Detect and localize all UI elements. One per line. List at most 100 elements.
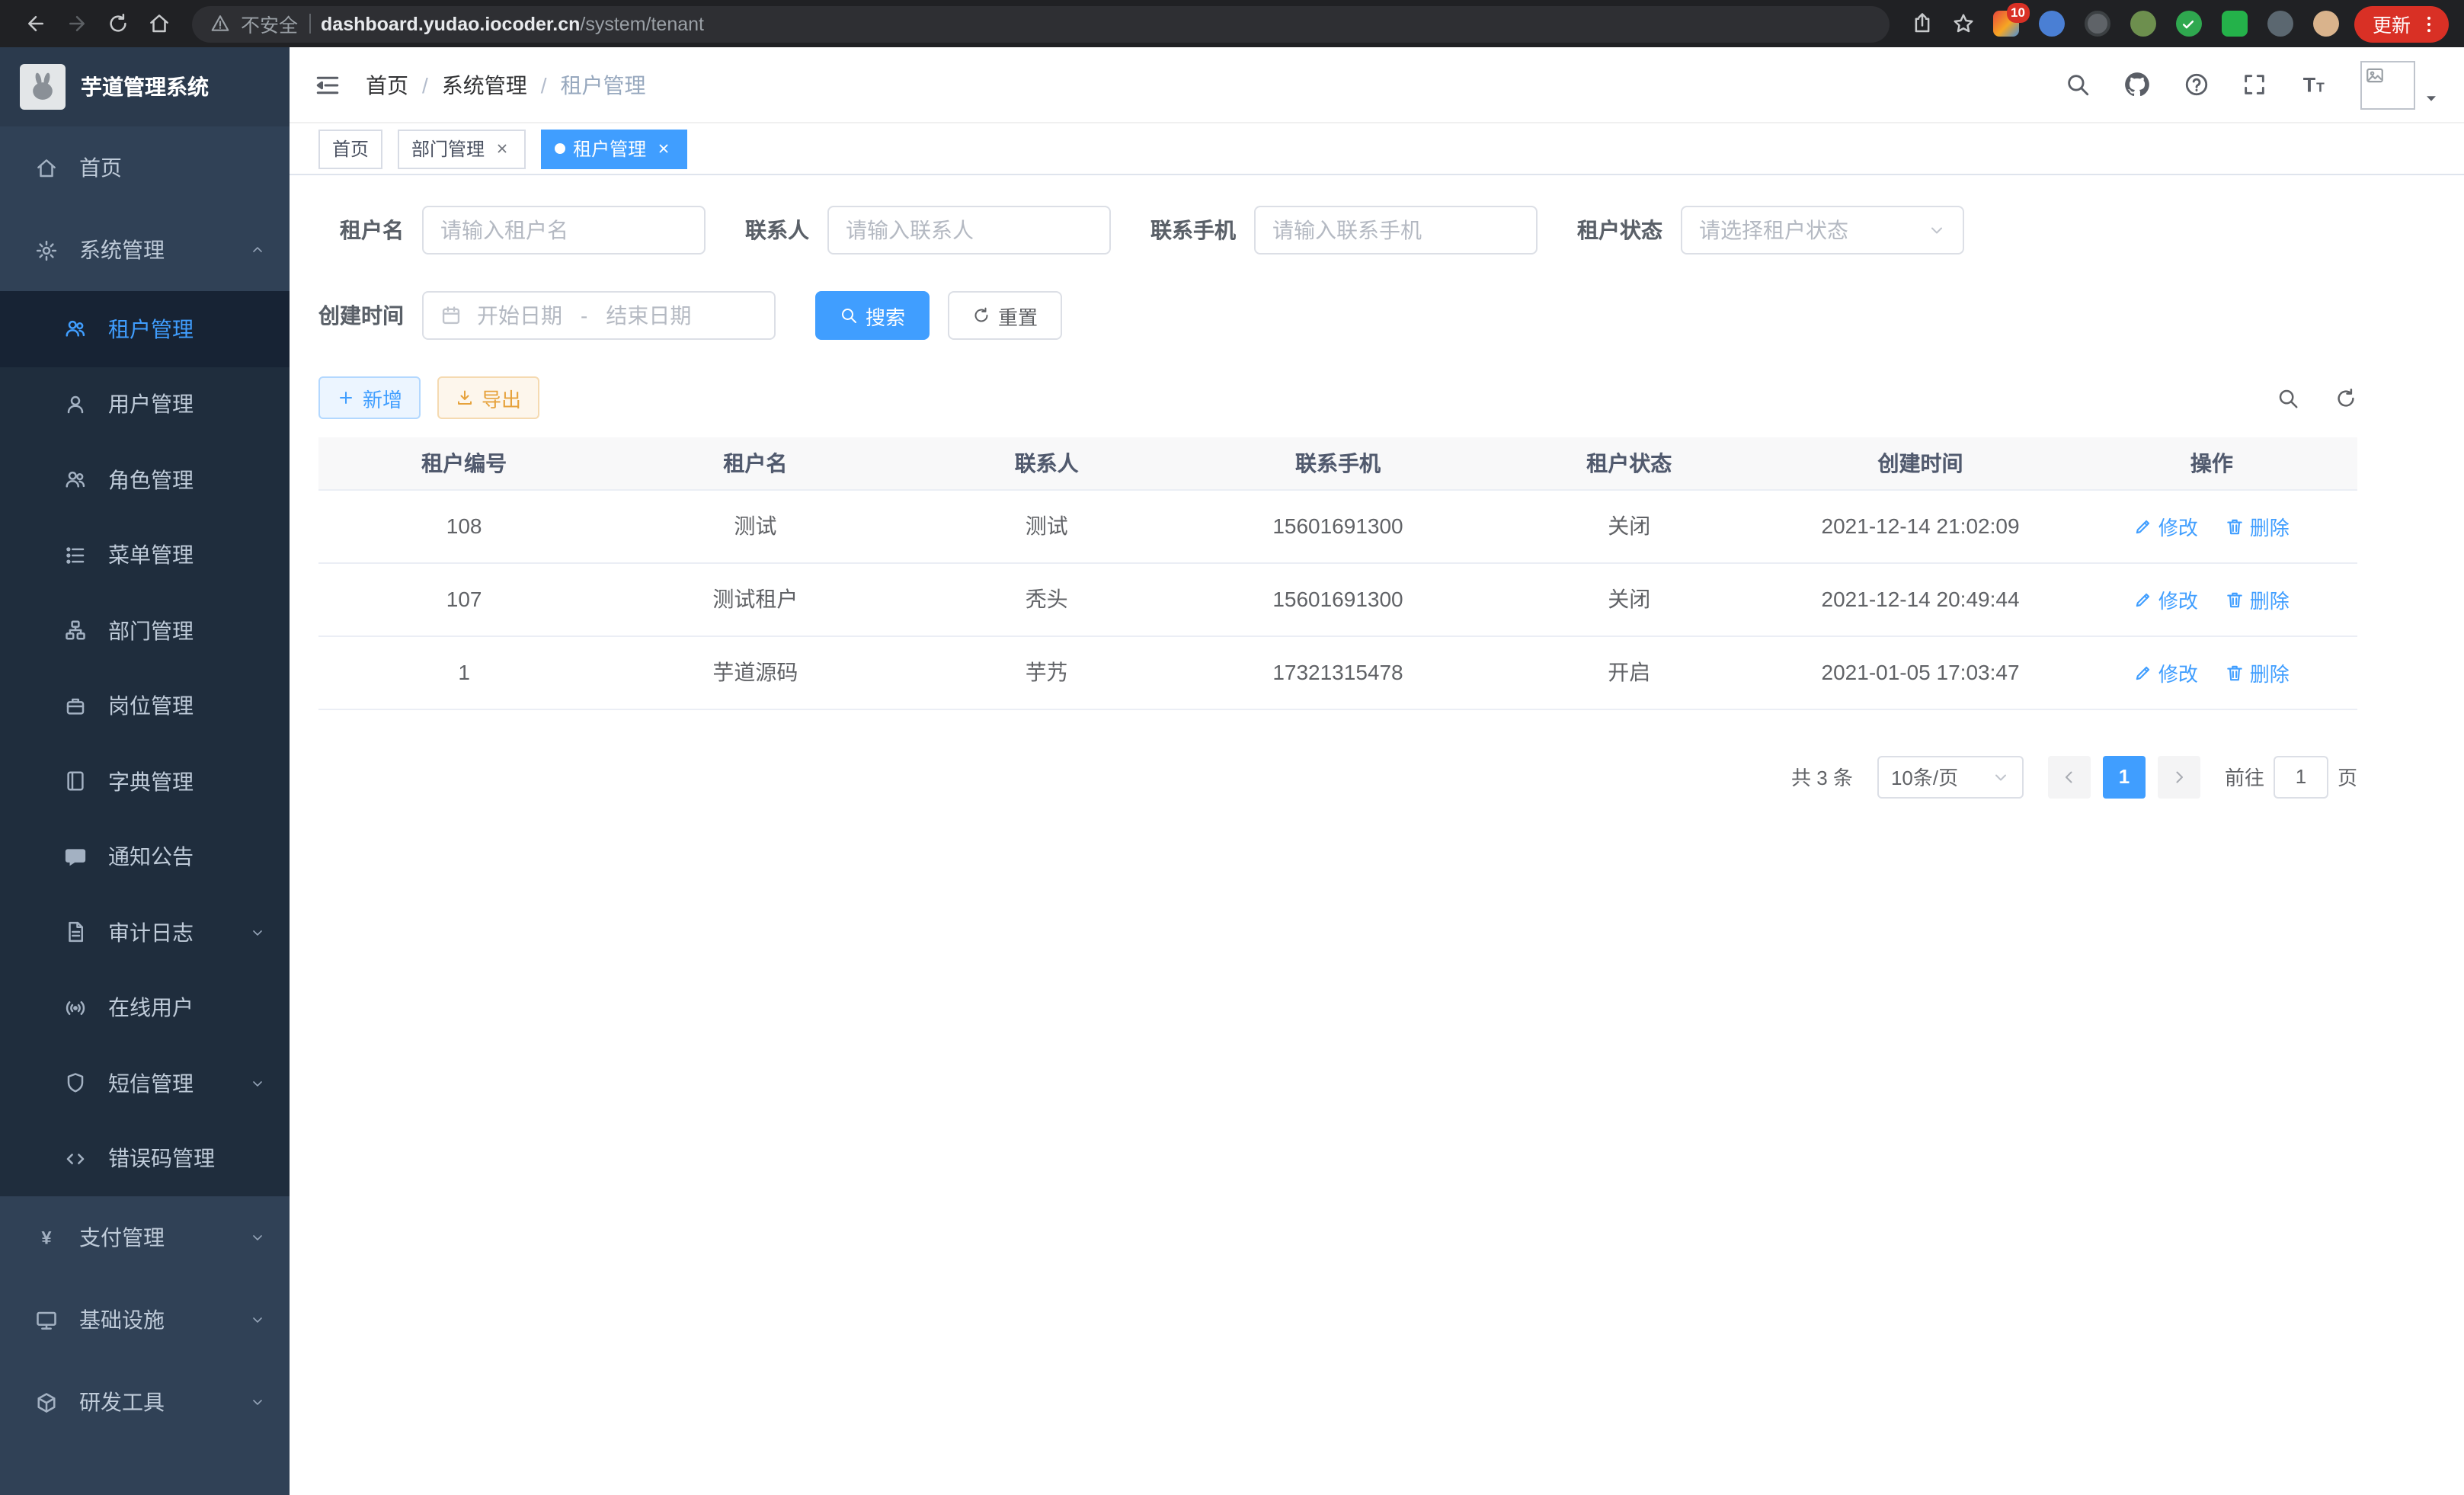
address-bar[interactable]: 不安全 dashboard.yudao.iocoder.cn/system/te… — [192, 5, 1890, 42]
sidebar-item-dict[interactable]: 字典管理 — [0, 744, 290, 819]
date-end-placeholder: 结束日期 — [606, 300, 691, 331]
profile-avatar[interactable] — [2313, 11, 2339, 37]
tab-tenant[interactable]: 租户管理 — [541, 129, 687, 168]
reset-button[interactable]: 重置 — [948, 291, 1062, 340]
tab-label: 首页 — [332, 136, 369, 162]
extension-icon-7[interactable] — [2267, 11, 2293, 37]
extension-icon-1[interactable]: 10 — [1993, 11, 2019, 37]
menu-fold-icon[interactable] — [314, 71, 341, 98]
edit-link[interactable]: 修改 — [2134, 658, 2198, 687]
omnibox-divider — [309, 14, 310, 34]
cell-actions: 修改 删除 — [2066, 635, 2357, 709]
sidebar-item-audit-log[interactable]: 审计日志 — [0, 895, 290, 970]
extension-icon-4[interactable] — [2130, 11, 2156, 37]
sidebar-item-error-code[interactable]: 错误码管理 — [0, 1121, 290, 1196]
edit-icon — [2134, 662, 2154, 682]
header-search-icon[interactable] — [2065, 72, 2091, 98]
sidebar-item-online-user[interactable]: 在线用户 — [0, 970, 290, 1045]
sidebar-item-home[interactable]: 首页 — [0, 126, 290, 209]
phone-input[interactable] — [1254, 206, 1538, 255]
browser-forward-icon[interactable] — [56, 5, 98, 42]
export-button[interactable]: 导出 — [437, 376, 539, 419]
edit-link[interactable]: 修改 — [2134, 511, 2198, 540]
cell-created: 2021-12-14 21:02:09 — [1774, 489, 2066, 562]
sidebar-item-tenant[interactable]: 租户管理 — [0, 291, 290, 367]
extension-icon-5[interactable] — [2176, 11, 2202, 37]
font-size-icon[interactable]: TT — [2299, 70, 2328, 99]
refresh-table-icon[interactable] — [2334, 386, 2357, 409]
extension-badge: 10 — [2006, 3, 2030, 22]
next-page-button[interactable] — [2158, 755, 2200, 798]
sidebar-item-dev-tool[interactable]: 研发工具 — [0, 1361, 290, 1443]
extension-icon-6[interactable] — [2222, 11, 2248, 37]
bookmark-star-icon[interactable] — [1943, 5, 1984, 42]
extension-icon-2[interactable] — [2039, 11, 2065, 37]
svg-text:¥: ¥ — [40, 1228, 51, 1248]
cell-actions: 修改 删除 — [2066, 489, 2357, 562]
code-icon — [61, 1148, 88, 1170]
table-row: 108 测试 测试 15601691300 关闭 2021-12-14 21:0… — [318, 489, 2357, 562]
refresh-icon — [972, 306, 990, 325]
sidebar-item-sms[interactable]: 短信管理 — [0, 1045, 290, 1121]
create-time-range-picker[interactable]: 开始日期 - 结束日期 — [422, 291, 776, 340]
tab-label: 部门管理 — [411, 136, 485, 162]
chevron-down-icon — [250, 1230, 265, 1245]
user-icon — [61, 393, 88, 416]
filter-contact: 联系人 — [745, 206, 1111, 255]
help-icon[interactable] — [2184, 72, 2210, 98]
toggle-search-icon[interactable] — [2277, 386, 2299, 409]
col-status: 租户状态 — [1483, 437, 1774, 489]
github-icon[interactable] — [2123, 70, 2152, 99]
sidebar-item-pay[interactable]: ¥ 支付管理 — [0, 1196, 290, 1279]
contact-input[interactable] — [827, 206, 1111, 255]
tab-home[interactable]: 首页 — [318, 129, 382, 168]
sidebar-item-notice[interactable]: 通知公告 — [0, 819, 290, 895]
page-content: 租户名 联系人 联系手机 租户状态 请选择租户状态 — [290, 175, 2464, 1495]
sidebar-item-label: 审计日志 — [108, 917, 194, 948]
sidebar-item-dept[interactable]: 部门管理 — [0, 593, 290, 668]
add-button[interactable]: 新增 — [318, 376, 421, 419]
delete-link[interactable]: 删除 — [2226, 658, 2290, 687]
chevron-down-icon — [250, 925, 265, 940]
breadcrumb-separator: / — [422, 72, 428, 97]
browser-back-icon[interactable] — [15, 5, 56, 42]
avatar — [2360, 60, 2415, 109]
search-button[interactable]: 搜索 — [815, 291, 930, 340]
chevron-down-icon — [250, 1394, 265, 1410]
svg-text:T: T — [2303, 74, 2316, 97]
sidebar-item-post[interactable]: 岗位管理 — [0, 668, 290, 744]
sidebar-item-menu[interactable]: 菜单管理 — [0, 517, 290, 593]
sidebar-item-infra[interactable]: 基础设施 — [0, 1279, 290, 1361]
extension-icon-3[interactable] — [2085, 11, 2110, 37]
browser-home-icon[interactable] — [139, 5, 180, 42]
delete-link[interactable]: 删除 — [2226, 584, 2290, 613]
fullscreen-icon[interactable] — [2242, 72, 2267, 98]
sidebar-item-system[interactable]: 系统管理 — [0, 209, 290, 291]
tenant-status-select[interactable]: 请选择租户状态 — [1681, 206, 1964, 255]
sidebar-item-label: 基础设施 — [79, 1305, 165, 1335]
tab-label: 租户管理 — [573, 136, 646, 162]
user-avatar-menu[interactable] — [2360, 60, 2440, 109]
page-1-button[interactable]: 1 — [2103, 755, 2146, 798]
close-icon[interactable] — [654, 139, 674, 158]
page-size-select[interactable]: 10条/页 — [1877, 755, 2024, 798]
filter-status: 租户状态 请选择租户状态 — [1577, 206, 1964, 255]
tenant-name-input[interactable] — [422, 206, 706, 255]
sidebar-item-role[interactable]: 角色管理 — [0, 442, 290, 517]
edit-link[interactable]: 修改 — [2134, 584, 2198, 613]
close-icon[interactable] — [492, 139, 512, 158]
top-navbar: 首页 / 系统管理 / 租户管理 TT — [290, 47, 2464, 123]
sidebar-item-user[interactable]: 用户管理 — [0, 367, 290, 442]
share-icon[interactable] — [1902, 5, 1943, 42]
browser-reload-icon[interactable] — [98, 5, 139, 42]
breadcrumb-system[interactable]: 系统管理 — [442, 69, 527, 100]
app-logo[interactable]: 芋道管理系统 — [0, 47, 290, 126]
update-button[interactable]: 更新 — [2354, 5, 2449, 42]
tab-dept[interactable]: 部门管理 — [398, 129, 526, 168]
delete-link[interactable]: 删除 — [2226, 511, 2290, 540]
breadcrumb-home[interactable]: 首页 — [366, 69, 408, 100]
prev-page-button[interactable] — [2048, 755, 2091, 798]
page-unit-label: 页 — [2338, 762, 2357, 791]
goto-page-input[interactable] — [2274, 755, 2328, 798]
total-count: 共 3 条 — [1791, 762, 1853, 791]
